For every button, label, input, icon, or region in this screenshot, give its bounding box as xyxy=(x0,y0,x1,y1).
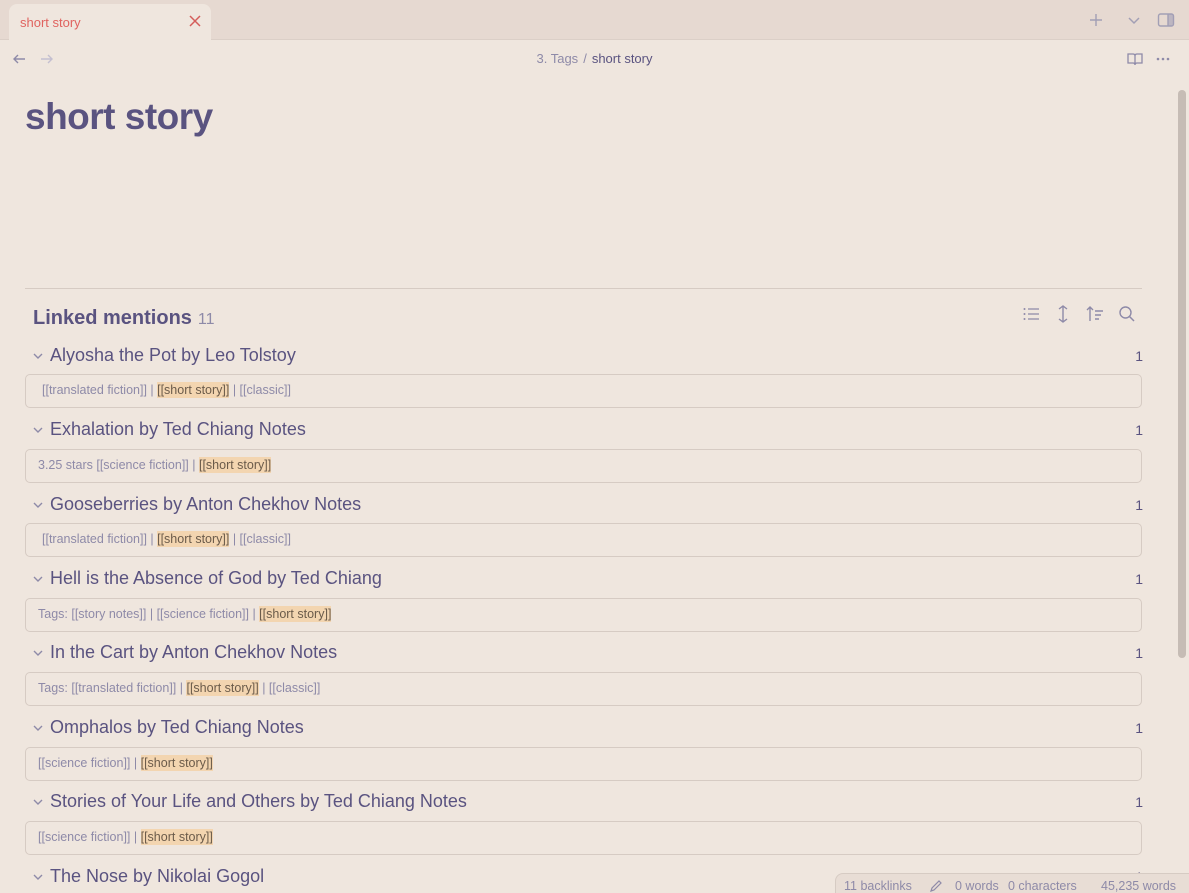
chevron-down-icon[interactable] xyxy=(33,648,43,658)
mention-group-count: 1 xyxy=(1135,422,1143,438)
chevron-down-icon[interactable] xyxy=(33,500,43,510)
status-characters: 0 characters xyxy=(1008,879,1077,893)
mention-group-header[interactable]: Omphalos by Ted Chiang Notes 1 xyxy=(33,717,1143,741)
close-icon[interactable] xyxy=(187,13,203,29)
mention-group-title[interactable]: In the Cart by Anton Chekhov Notes xyxy=(50,642,337,663)
chevron-down-icon[interactable] xyxy=(33,425,43,435)
mention-snippet[interactable]: [[translated fiction]] | [[short story]]… xyxy=(25,374,1142,408)
snippet-text: Tags: [[translated fiction]] | xyxy=(38,681,187,695)
status-words: 0 words xyxy=(955,879,999,893)
mention-group-count: 1 xyxy=(1135,497,1143,513)
mention-group-count: 1 xyxy=(1135,348,1143,364)
snippet-text: | [[classic]] xyxy=(229,532,291,546)
linked-mentions-count: 11 xyxy=(197,311,215,328)
breadcrumb: 3. Tags / short story xyxy=(0,51,1189,66)
search-highlight[interactable]: [[short story]] xyxy=(140,755,213,771)
chevron-down-icon[interactable] xyxy=(33,872,43,882)
scrollbar-thumb[interactable] xyxy=(1178,90,1186,658)
mention-group-title[interactable]: Alyosha the Pot by Leo Tolstoy xyxy=(50,345,296,366)
status-bar: 11 backlinks 0 words 0 characters 45,235… xyxy=(835,873,1189,893)
chevron-down-icon[interactable] xyxy=(1126,12,1142,28)
sidebar-toggle-icon[interactable] xyxy=(1157,11,1175,29)
snippet-text: Tags: [[story notes]] | [[science fictio… xyxy=(38,607,260,621)
snippet-text: [[science fiction]] | xyxy=(38,756,141,770)
page-title[interactable]: short story xyxy=(25,96,213,138)
mention-group-count: 1 xyxy=(1135,794,1143,810)
new-tab-icon[interactable] xyxy=(1088,12,1104,28)
snippet-text: [[translated fiction]] | xyxy=(42,383,158,397)
mention-group-count: 1 xyxy=(1135,645,1143,661)
search-highlight[interactable]: [[short story]] xyxy=(198,457,272,473)
chevron-down-icon[interactable] xyxy=(33,574,43,584)
mention-group-title[interactable]: Hell is the Absence of God by Ted Chiang xyxy=(50,568,382,589)
chevron-down-icon[interactable] xyxy=(33,797,43,807)
search-highlight[interactable]: [[short story]] xyxy=(157,531,230,547)
mention-snippet[interactable]: Tags: [[story notes]] | [[science fictio… xyxy=(25,598,1142,632)
linked-mentions-title: Linked mentions xyxy=(33,307,192,329)
mention-snippet[interactable]: Tags: [[translated fiction]] | [[short s… xyxy=(25,672,1142,706)
mention-group-title[interactable]: Exhalation by Ted Chiang Notes xyxy=(50,419,306,440)
snippet-text: [[translated fiction]] | xyxy=(42,532,158,546)
search-highlight[interactable]: [[short story]] xyxy=(186,680,259,696)
list-icon[interactable] xyxy=(1022,305,1040,323)
divider xyxy=(25,288,1142,289)
breadcrumb-current[interactable]: short story xyxy=(592,51,653,66)
mention-group-header[interactable]: In the Cart by Anton Chekhov Notes 1 xyxy=(33,642,1143,666)
snippet-text: | [[classic]] xyxy=(229,383,291,397)
mention-group-count: 1 xyxy=(1135,571,1143,587)
breadcrumb-parent[interactable]: 3. Tags xyxy=(537,51,579,66)
breadcrumb-separator: / xyxy=(583,51,587,66)
search-icon[interactable] xyxy=(1118,305,1136,323)
mention-group-title[interactable]: Stories of Your Life and Others by Ted C… xyxy=(50,791,467,812)
expand-icon[interactable] xyxy=(1054,305,1072,323)
snippet-text: | [[classic]] xyxy=(258,681,321,695)
mention-group-title[interactable]: Omphalos by Ted Chiang Notes xyxy=(50,717,304,738)
mention-group-title[interactable]: The Nose by Nikolai Gogol xyxy=(50,866,264,887)
mention-group-header[interactable]: Exhalation by Ted Chiang Notes 1 xyxy=(33,419,1143,443)
pencil-icon[interactable] xyxy=(929,879,943,893)
snippet-text: 3.25 stars [[science fiction]] | xyxy=(38,458,199,472)
snippet-text: [[science fiction]] | xyxy=(38,830,141,844)
mention-group-header[interactable]: Hell is the Absence of God by Ted Chiang… xyxy=(33,568,1143,592)
mention-group-header[interactable]: Alyosha the Pot by Leo Tolstoy 1 xyxy=(33,345,1143,369)
sort-icon[interactable] xyxy=(1086,305,1104,323)
mention-group-count: 1 xyxy=(1135,720,1143,736)
search-highlight[interactable]: [[short story]] xyxy=(140,829,213,845)
mention-snippet[interactable]: 3.25 stars [[science fiction]] | [[short… xyxy=(25,449,1142,483)
tab-short-story[interactable]: short story xyxy=(9,4,211,40)
linked-mentions-header: Linked mentions 11 xyxy=(33,307,215,330)
chevron-down-icon[interactable] xyxy=(33,723,43,733)
tab-bar: short story xyxy=(0,0,1189,40)
mention-snippet[interactable]: [[science fiction]] | [[short story]] xyxy=(25,747,1142,781)
tab-title: short story xyxy=(20,15,81,30)
search-highlight[interactable]: [[short story]] xyxy=(157,382,230,398)
chevron-down-icon[interactable] xyxy=(33,351,43,361)
mention-group-header[interactable]: Stories of Your Life and Others by Ted C… xyxy=(33,791,1143,815)
status-total-words: 45,235 words xyxy=(1101,879,1177,893)
mention-snippet[interactable]: [[translated fiction]] | [[short story]]… xyxy=(25,523,1142,557)
mention-group-title[interactable]: Gooseberries by Anton Chekhov Notes xyxy=(50,494,361,515)
mention-group-header[interactable]: Gooseberries by Anton Chekhov Notes 1 xyxy=(33,494,1143,518)
status-backlinks[interactable]: 11 backlinks xyxy=(844,879,912,893)
search-highlight[interactable]: [[short story]] xyxy=(259,606,332,622)
mention-snippet[interactable]: [[science fiction]] | [[short story]] xyxy=(25,821,1142,855)
